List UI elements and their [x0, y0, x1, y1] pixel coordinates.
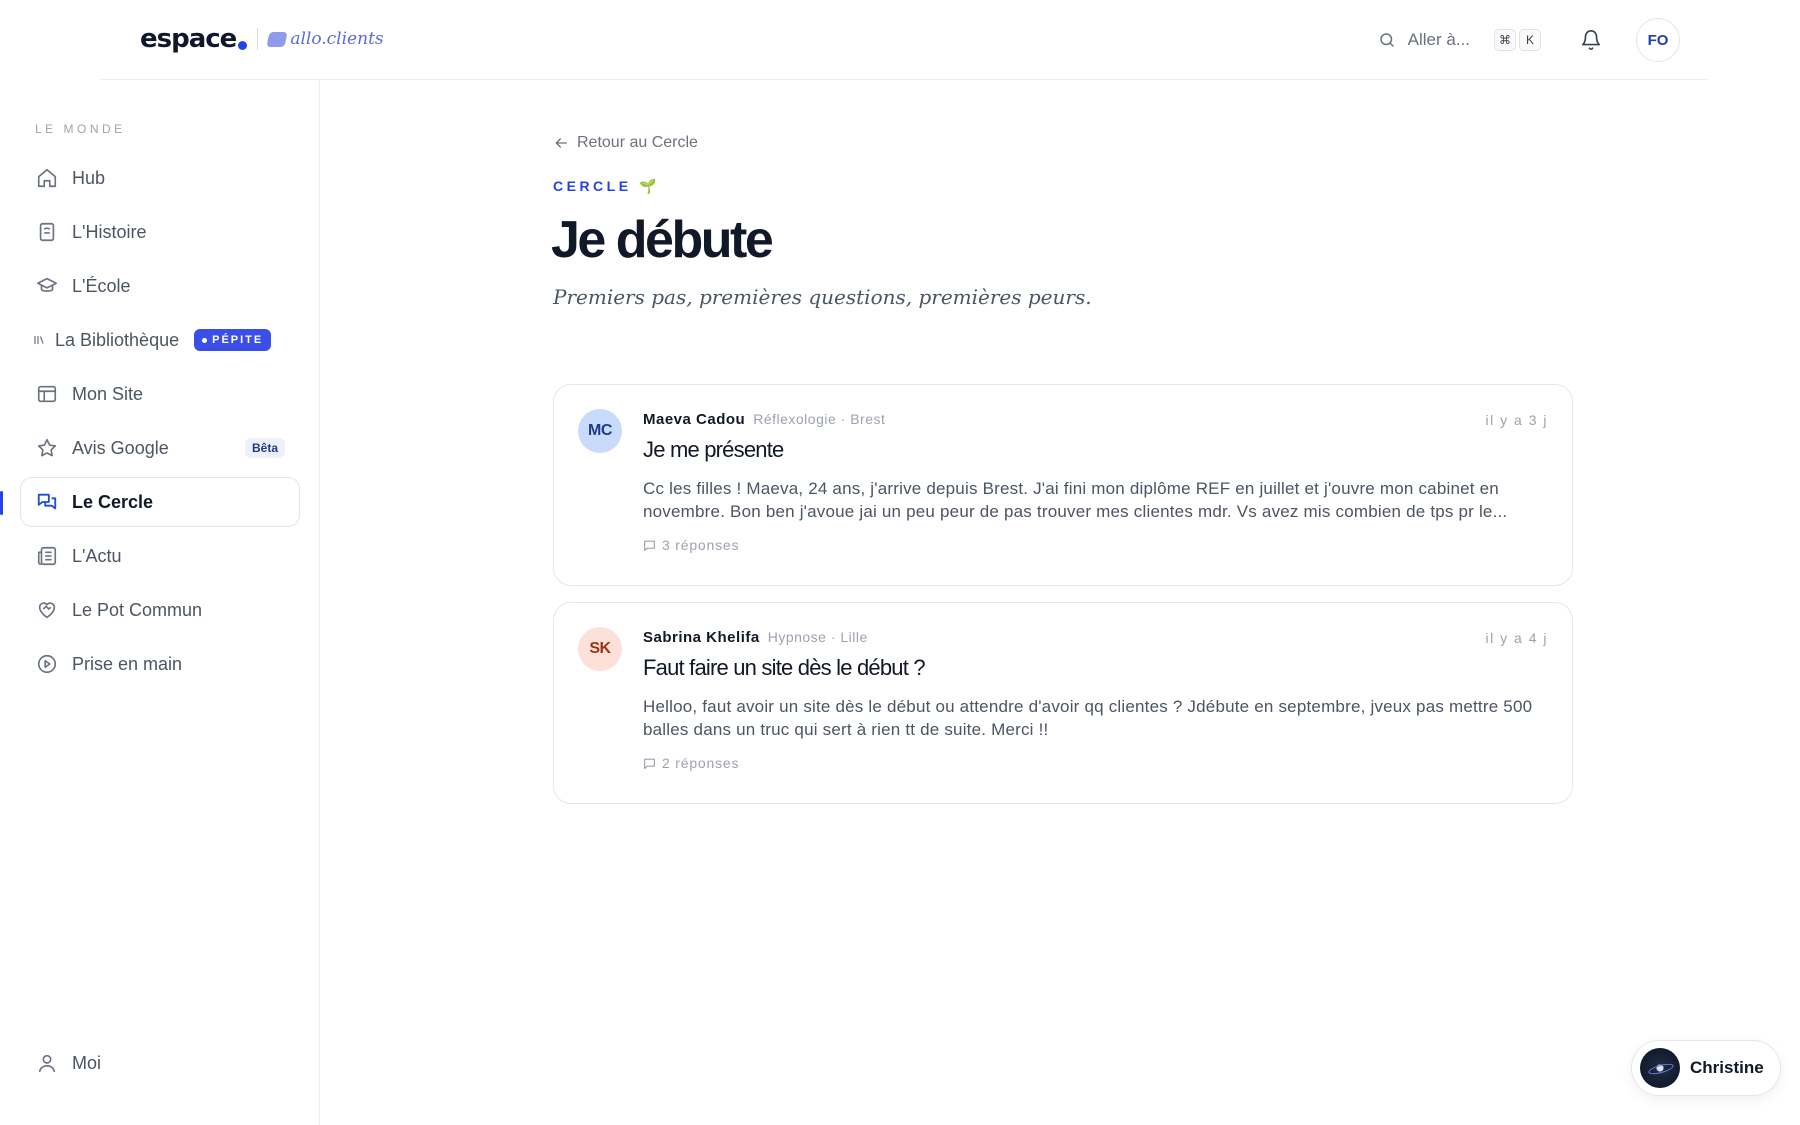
- sidebar-item-label: Prise en main: [72, 653, 183, 674]
- assistant-name: Christine: [1690, 1058, 1764, 1077]
- search-icon: [1379, 33, 1394, 47]
- post-author-meta: Réflexologie · Brest: [753, 411, 886, 427]
- sidebar-bottom: Moi: [20, 1038, 300, 1092]
- post-list: MC Maeva Cadou Réflexologie · Brest il y…: [553, 384, 1573, 820]
- assistant-chat-button[interactable]: Christine: [1631, 1040, 1781, 1096]
- pepite-badge: PÉPITE: [194, 329, 272, 351]
- sidebar-item-label: Moi: [72, 1052, 102, 1073]
- sidebar-item-label: Mon Site: [72, 383, 144, 404]
- sidebar-item-prise-en-main[interactable]: Prise en main: [20, 639, 300, 689]
- post-author-meta: Hypnose · Lille: [767, 629, 868, 645]
- assistant-orb-icon: [1640, 1048, 1680, 1088]
- sidebar-item-le-cercle[interactable]: Le Cercle: [0, 477, 300, 527]
- back-link-label: Retour au Cercle: [577, 134, 698, 151]
- home-icon: [36, 167, 58, 189]
- kbd-k: K: [1519, 29, 1541, 51]
- logo-allo-clients: allo.clients: [266, 29, 384, 49]
- main-content: Retour au Cercle CERCLE 🌱 Je débute Prem…: [320, 80, 1800, 1125]
- layout-icon: [36, 383, 58, 405]
- sidebar-item-label: L'École: [72, 275, 131, 296]
- post-title: Je me présente: [643, 437, 784, 462]
- post-header: Maeva Cadou Réflexologie · Brest: [643, 411, 885, 428]
- logo-separator: [257, 28, 259, 50]
- star-icon: [36, 437, 58, 459]
- post-author: Maeva Cadou: [643, 411, 746, 428]
- comment-icon: [644, 540, 655, 551]
- post-timestamp: il y a 4 j: [1485, 630, 1548, 646]
- library-icon: [33, 329, 45, 351]
- sidebar-item-hub[interactable]: Hub: [20, 153, 300, 203]
- sidebar-item-label: Le Cercle: [72, 491, 154, 512]
- sidebar-item-label: Le Pot Commun: [72, 599, 203, 620]
- book-icon: [36, 221, 58, 243]
- author-avatar: SK: [578, 627, 622, 671]
- top-header: espace allo.clients Aller à... ⌘ K FO: [100, 0, 1708, 80]
- post-replies: 3 réponses: [643, 537, 739, 553]
- post-excerpt: Helloo, faut avoir un site dès le début …: [643, 697, 1533, 739]
- replies-count: 2 réponses: [662, 755, 740, 771]
- user-avatar[interactable]: FO: [1636, 18, 1680, 62]
- graduation-cap-icon: [36, 275, 58, 297]
- sidebar-item-mon-site[interactable]: Mon Site: [20, 369, 300, 419]
- sidebar-nav: Hub L'Histoire L'École La Bibliothèque P…: [0, 153, 300, 693]
- post-header: Sabrina Khelifa Hypnose · Lille: [643, 629, 868, 646]
- sidebar-item-moi[interactable]: Moi: [20, 1038, 300, 1088]
- badge-dot: [202, 337, 208, 343]
- sidebar-item-ecole[interactable]: L'École: [20, 261, 300, 311]
- post-excerpt: Cc les filles ! Maeva, 24 ans, j'arrive …: [643, 479, 1508, 521]
- page-title: Je débute: [551, 211, 774, 269]
- play-circle-icon: [36, 653, 58, 675]
- post-title: Faut faire un site dès le début ?: [643, 655, 926, 680]
- header-actions: Aller à... ⌘ K FO: [1378, 18, 1680, 62]
- pepite-badge-label: PÉPITE: [212, 334, 264, 346]
- sidebar-item-label: L'Histoire: [72, 221, 147, 242]
- sidebar: LE MONDE Hub L'Histoire L'École La Bibli…: [0, 80, 320, 1125]
- comment-icon: [644, 758, 655, 769]
- post-replies: 2 réponses: [643, 755, 739, 771]
- arrow-left-icon: [555, 138, 567, 148]
- sidebar-section-label: LE MONDE: [35, 122, 126, 136]
- kbd-cmd: ⌘: [1494, 29, 1516, 51]
- logo[interactable]: espace allo.clients: [140, 24, 384, 54]
- beta-badge: Bêta: [244, 438, 285, 458]
- sidebar-item-label: L'Actu: [72, 545, 122, 566]
- sidebar-item-label: La Bibliothèque: [55, 329, 180, 350]
- notifications-button[interactable]: [1580, 29, 1602, 51]
- user-icon: [36, 1052, 58, 1074]
- logo-allo-text: allo.clients: [290, 29, 384, 49]
- sidebar-item-label: Avis Google: [72, 437, 169, 458]
- search-label: Aller à...: [1407, 30, 1470, 49]
- sidebar-item-histoire[interactable]: L'Histoire: [20, 207, 300, 257]
- section-eyebrow: CERCLE 🌱: [553, 178, 660, 194]
- logo-dot: [238, 40, 248, 50]
- heart-handshake-icon: [36, 599, 58, 621]
- page-subtitle: Premiers pas, premières questions, premi…: [553, 285, 1092, 309]
- replies-count: 3 réponses: [662, 537, 740, 553]
- logo-espace: espace: [140, 24, 237, 54]
- back-to-cercle-link[interactable]: Retour au Cercle: [553, 134, 698, 152]
- bell-icon: [1581, 30, 1601, 50]
- post-card[interactable]: MC Maeva Cadou Réflexologie · Brest il y…: [553, 384, 1573, 586]
- allo-clients-mark-icon: [266, 31, 288, 47]
- search-trigger[interactable]: Aller à...: [1378, 30, 1470, 50]
- sidebar-item-bibliotheque[interactable]: La Bibliothèque PÉPITE: [20, 315, 300, 365]
- author-avatar: MC: [578, 409, 622, 453]
- shortcut-hint: ⌘ K: [1494, 29, 1544, 51]
- post-timestamp: il y a 3 j: [1485, 412, 1548, 428]
- post-card[interactable]: SK Sabrina Khelifa Hypnose · Lille il y …: [553, 602, 1573, 804]
- sidebar-item-pot-commun[interactable]: Le Pot Commun: [20, 585, 300, 635]
- chat-icon: [36, 491, 58, 513]
- sidebar-item-label: Hub: [72, 167, 106, 188]
- post-author: Sabrina Khelifa: [643, 629, 760, 646]
- newspaper-icon: [36, 545, 58, 567]
- sidebar-item-actu[interactable]: L'Actu: [20, 531, 300, 581]
- sidebar-item-avis-google[interactable]: Avis Google Bêta: [20, 423, 300, 473]
